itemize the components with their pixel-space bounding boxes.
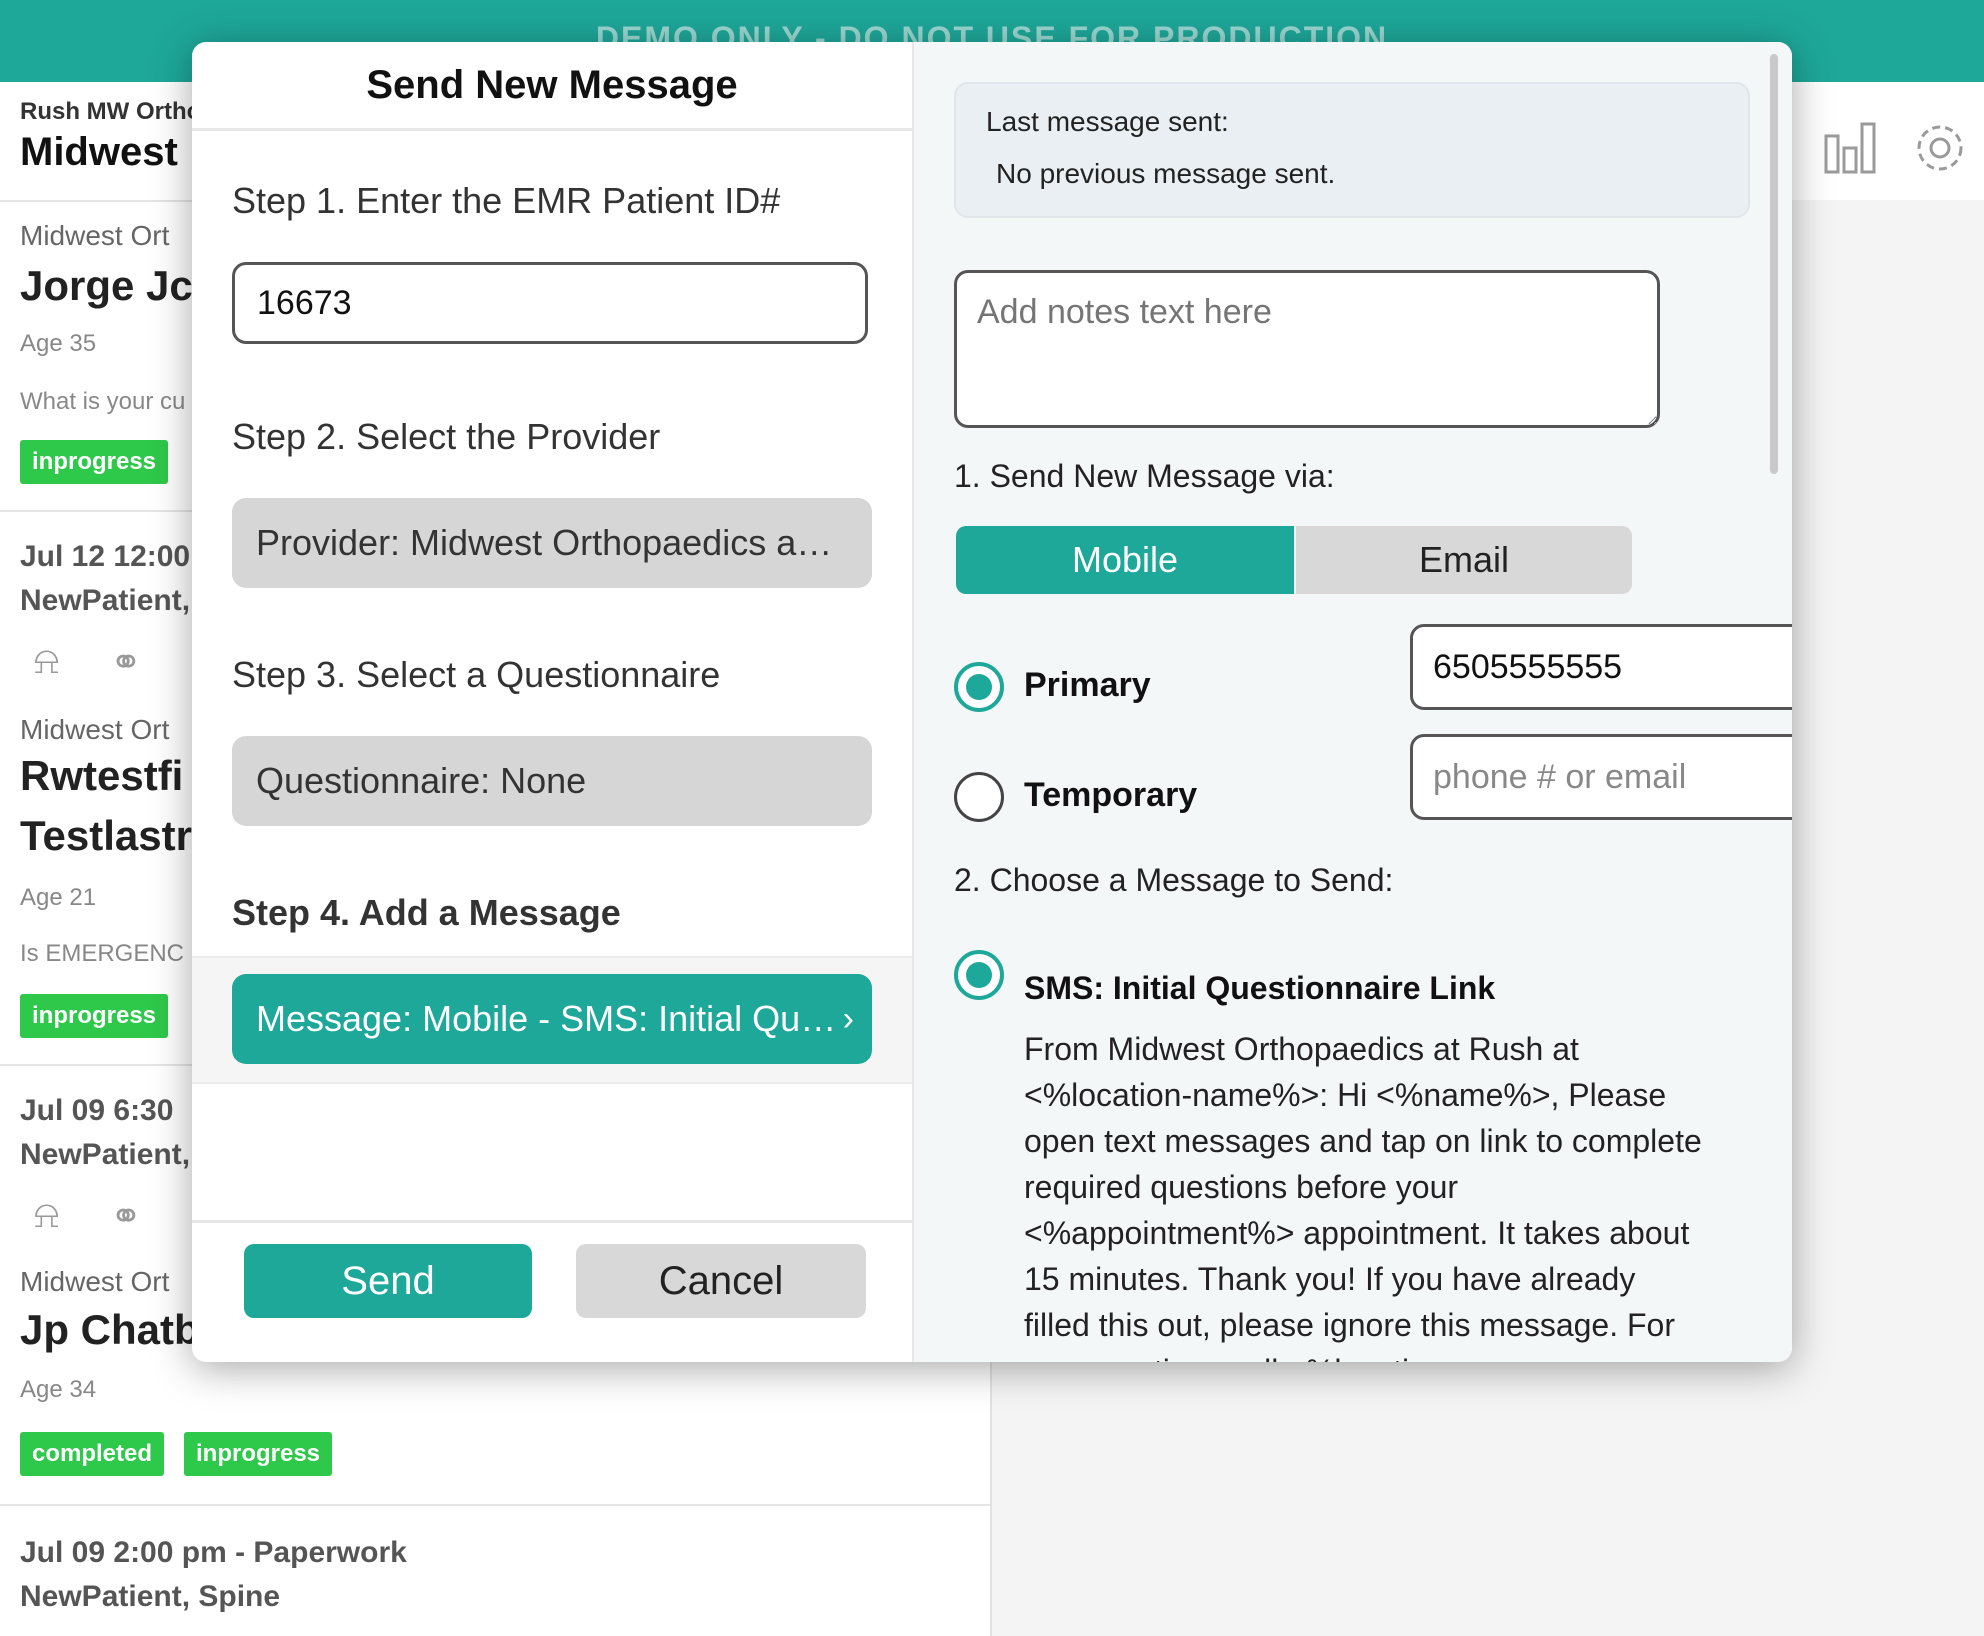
last-message-value: No previous message sent.: [996, 158, 1336, 189]
status-badge: inprogress: [184, 1432, 333, 1476]
link-icon[interactable]: ⚭: [110, 1194, 142, 1239]
org-subtitle: Rush MW Ortho: [20, 98, 202, 125]
step2-label: Step 2. Select the Provider: [232, 416, 661, 457]
message-option-body: From Midwest Orthopaedics at Rush at <%l…: [1024, 1031, 1702, 1362]
primary-phone-input[interactable]: 6505555555: [1410, 624, 1792, 710]
last-message-box: Last message sent: No previous message s…: [954, 82, 1750, 218]
questionnaire-select[interactable]: Questionnaire: None: [232, 736, 872, 826]
message-select[interactable]: Message: Mobile - SMS: Initial Qu… ›: [232, 974, 872, 1064]
list-item-age: Age 34: [20, 1376, 97, 1403]
org-title: Midwest: [20, 130, 178, 174]
message-option-title: SMS: Initial Questionnaire Link: [1024, 970, 1496, 1006]
status-badge: inprogress: [20, 440, 169, 484]
scrollbar[interactable]: [1770, 54, 1778, 474]
send-message-modal: Send New Message Step 1. Enter the EMR P…: [192, 42, 1792, 1362]
temporary-radio[interactable]: [954, 772, 1004, 822]
email-toggle[interactable]: Email: [1296, 526, 1632, 594]
step3-label: Step 3. Select a Questionnaire: [232, 654, 721, 695]
cancel-button[interactable]: Cancel: [576, 1244, 866, 1318]
temporary-contact-input[interactable]: phone # or email: [1410, 734, 1792, 820]
step4-label: Step 4. Add a Message: [232, 892, 621, 933]
list-item-org: Midwest Ort: [20, 220, 170, 251]
list-item-age: Age 35: [20, 330, 97, 357]
primary-label: Primary: [1024, 666, 1151, 704]
list-item-question: What is your cu: [20, 388, 186, 415]
provider-select[interactable]: Provider: Midwest Orthopaedics a…: [232, 498, 872, 588]
choose-message-label: 2. Choose a Message to Send:: [954, 862, 1394, 898]
primary-radio[interactable]: [954, 662, 1004, 712]
list-item-name[interactable]: Jorge Jc: [20, 262, 193, 310]
list-item-date: Jul 12 12:00: [20, 540, 191, 573]
patient-id-input[interactable]: 16673: [232, 262, 868, 344]
bar-chart-icon[interactable]: [1820, 118, 1880, 190]
list-item-org: Midwest Ort: [20, 1266, 170, 1297]
list-item-type: NewPatient, Spine: [20, 1580, 281, 1613]
modal-title: Send New Message: [192, 42, 912, 131]
status-badge: completed: [20, 1432, 165, 1476]
temporary-label: Temporary: [1024, 776, 1198, 814]
last-message-label: Last message sent:: [986, 106, 1229, 137]
chevron-right-icon: ›: [842, 1000, 854, 1038]
list-item-question: Is EMERGENC: [20, 940, 185, 967]
list-item-org: Midwest Ort: [20, 714, 170, 745]
list-item-age: Age 21: [20, 884, 97, 911]
list-item-date: Jul 09 2:00 pm - Paperwork: [20, 1536, 407, 1569]
list-item-name[interactable]: Rwtestfi: [20, 752, 183, 800]
footer-divider: [192, 1220, 912, 1223]
list-item-type: NewPatient,: [20, 1138, 191, 1171]
status-badge: inprogress: [20, 994, 169, 1038]
message-options-column: Last message sent: No previous message s…: [914, 42, 1792, 1362]
list-item-date: Jul 09 6:30: [20, 1094, 174, 1127]
bell-icon[interactable]: ⍾: [34, 640, 59, 683]
steps-column: Send New Message Step 1. Enter the EMR P…: [192, 42, 914, 1362]
list-item-name[interactable]: Jp Chatb: [20, 1306, 200, 1354]
list-item-type: NewPatient,: [20, 584, 191, 617]
send-button[interactable]: Send: [244, 1244, 532, 1318]
notes-textarea[interactable]: [954, 270, 1660, 428]
mobile-toggle[interactable]: Mobile: [956, 526, 1294, 594]
step1-label: Step 1. Enter the EMR Patient ID#: [232, 180, 781, 221]
message-option-radio[interactable]: [954, 950, 1004, 1000]
send-via-label: 1. Send New Message via:: [954, 458, 1335, 494]
list-item-name-line2[interactable]: Testlastr: [20, 812, 192, 860]
link-icon[interactable]: ⚭: [110, 640, 142, 685]
list-divider: [0, 1504, 990, 1506]
message-select-value: Message: Mobile - SMS: Initial Qu…: [256, 998, 837, 1039]
bell-icon[interactable]: ⍾: [34, 1194, 59, 1237]
gear-icon[interactable]: [1910, 118, 1970, 190]
